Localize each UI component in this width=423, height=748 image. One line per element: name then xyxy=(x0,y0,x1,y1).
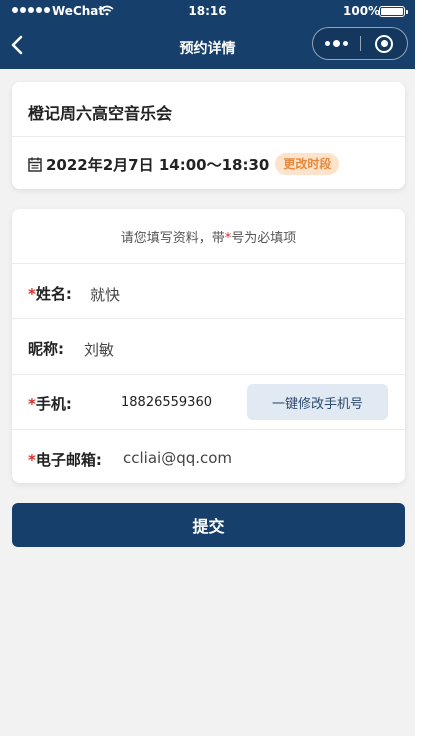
email-input[interactable]: ccliai@qq.com xyxy=(123,449,232,467)
form-hint: 请您填写资料，带*号为必填项 xyxy=(12,227,405,246)
phone-value: 18826559360 xyxy=(121,395,212,410)
mini-program-capsule xyxy=(312,27,408,60)
hint-text-suffix: 号为必填项 xyxy=(231,231,297,246)
calendar-icon xyxy=(28,157,42,172)
event-title: 橙记周六高空音乐会 xyxy=(28,104,173,123)
required-mark: * xyxy=(28,285,36,303)
change-timeslot-button[interactable]: 更改时段 xyxy=(275,153,340,175)
divider xyxy=(12,136,405,137)
divider xyxy=(12,318,405,319)
phone-label-text: 手机: xyxy=(35,395,72,413)
name-label-text: 姓名: xyxy=(35,285,72,303)
more-button[interactable] xyxy=(313,28,360,59)
divider xyxy=(12,374,405,375)
close-button[interactable] xyxy=(361,28,407,59)
phone-label: *手机: xyxy=(28,393,72,414)
battery-percent: 100% xyxy=(343,4,381,18)
name-label: *姓名: xyxy=(28,283,72,304)
status-bar: WeChat 18:16 100% xyxy=(0,0,415,24)
battery-icon xyxy=(379,6,408,17)
header-bar: WeChat 18:16 100% 预约详情 xyxy=(0,0,415,69)
hint-text: 请您填写资料，带 xyxy=(120,231,225,246)
email-label: *电子邮箱: xyxy=(28,449,102,470)
modify-phone-button[interactable]: 一键修改手机号 xyxy=(247,384,388,420)
more-dots-icon xyxy=(325,41,330,46)
event-card: 橙记周六高空音乐会 2022年2月7日 14:00～18:30 更改时段 xyxy=(12,82,405,189)
divider xyxy=(12,429,405,430)
target-icon xyxy=(375,34,393,53)
event-datetime-row: 2022年2月7日 14:00～18:30 更改时段 xyxy=(28,153,340,175)
nickname-input[interactable]: 刘敏 xyxy=(84,339,114,360)
required-mark: * xyxy=(28,395,36,413)
name-input[interactable]: 就快 xyxy=(90,284,120,305)
bottom-edge xyxy=(0,736,415,748)
nickname-label: 昵称: xyxy=(28,340,64,358)
required-mark: * xyxy=(28,451,36,469)
form-card: 请您填写资料，带*号为必填项 *姓名: 就快 昵称: 刘敏 *手机: 18826… xyxy=(12,209,405,483)
divider xyxy=(12,263,405,264)
phone-screen: WeChat 18:16 100% 预约详情 橙记周六高空音乐会 2022年2月… xyxy=(0,0,415,748)
email-label-text: 电子邮箱: xyxy=(35,451,102,469)
submit-button[interactable]: 提交 xyxy=(12,503,405,547)
right-edge xyxy=(415,0,423,748)
event-datetime: 2022年2月7日 14:00～18:30 xyxy=(46,155,270,174)
